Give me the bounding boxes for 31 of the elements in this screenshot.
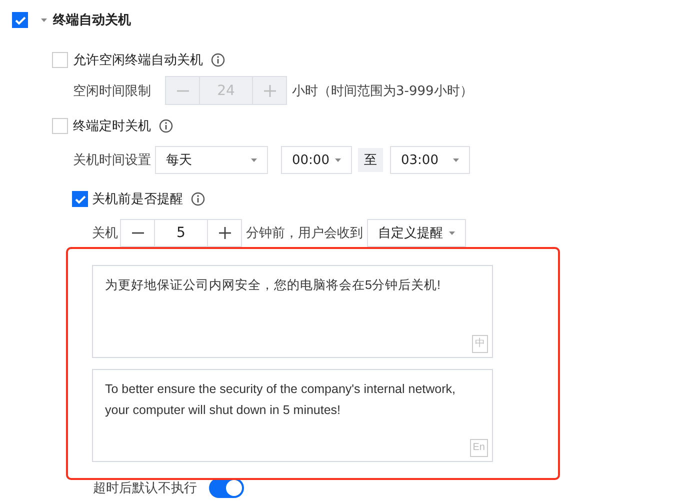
plus-icon bbox=[264, 84, 276, 96]
field-label: 关机时间设置 bbox=[73, 152, 152, 169]
message-field[interactable]: To better ensure the security of the company's internal network, your computer will shut down in 5 minutes! En bbox=[92, 369, 493, 462]
dropdown[interactable]: 每天 bbox=[155, 146, 268, 174]
field-label: 分钟前，用户会收到 bbox=[246, 225, 363, 242]
message-field[interactable]: 为更好地保证公司内网安全，您的电脑将会在5分钟后关机! 中 bbox=[92, 265, 493, 358]
dropdown[interactable]: 00:00 bbox=[281, 146, 352, 174]
checkbox-label: 终端定时关机 bbox=[73, 118, 151, 135]
checkbox[interactable] bbox=[52, 118, 68, 134]
checkbox[interactable] bbox=[12, 12, 28, 28]
hint-text: 小时（时间范围为3-999小时） bbox=[292, 82, 473, 100]
info-icon[interactable] bbox=[159, 119, 173, 133]
checkbox-label: 关机前是否提醒 bbox=[92, 191, 183, 208]
field-label: 关机 bbox=[92, 225, 119, 242]
checkbox[interactable] bbox=[72, 191, 88, 207]
field-label: 空闲时间限制 bbox=[73, 82, 152, 100]
section-title: 终端自动关机 bbox=[53, 12, 131, 29]
info-icon[interactable] bbox=[191, 192, 205, 206]
language-tag: En bbox=[470, 439, 488, 457]
plus-icon bbox=[218, 227, 230, 239]
checkbox-label: 允许空闲终端自动关机 bbox=[73, 52, 203, 69]
dropdown[interactable]: 自定义提醒 bbox=[367, 219, 466, 247]
range-separator: 至 bbox=[358, 148, 383, 172]
info-icon[interactable] bbox=[211, 53, 225, 67]
toggle-label: 超时后默认不执行 bbox=[93, 480, 197, 497]
toggle-switch[interactable] bbox=[209, 478, 244, 498]
dropdown[interactable]: 03:00 bbox=[390, 146, 470, 174]
language-tag: 中 bbox=[472, 335, 488, 353]
check-icon bbox=[14, 16, 26, 24]
checkbox[interactable] bbox=[52, 52, 68, 68]
check-icon bbox=[74, 194, 86, 204]
